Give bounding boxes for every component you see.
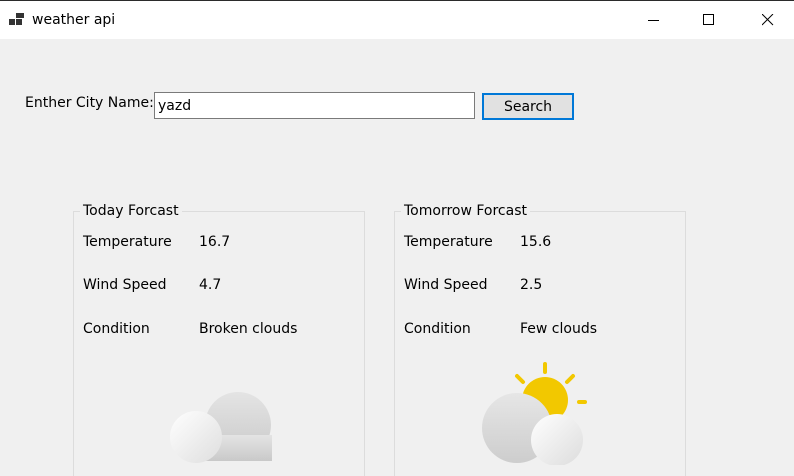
- today-wind-speed-label: Wind Speed: [83, 277, 167, 293]
- tomorrow-temperature-label: Temperature: [404, 234, 493, 250]
- minimize-button[interactable]: [631, 1, 677, 39]
- close-button[interactable]: [745, 1, 791, 39]
- today-temperature-value: 16.7: [199, 234, 231, 250]
- tomorrow-forecast-group: Tomorrow Forcast Temperature 15.6 Wind S…: [394, 203, 686, 476]
- today-condition-label: Condition: [83, 321, 150, 337]
- close-icon: [762, 14, 774, 26]
- city-name-input[interactable]: [154, 92, 475, 119]
- today-condition-value: Broken clouds: [199, 321, 298, 337]
- tomorrow-wind-speed-label: Wind Speed: [404, 277, 488, 293]
- broken-clouds-icon: [170, 392, 272, 463]
- few-clouds-icon: [482, 362, 587, 465]
- today-temperature-label: Temperature: [83, 234, 172, 250]
- window-title: weather api: [32, 12, 116, 28]
- maximize-icon: [703, 14, 714, 25]
- today-wind-speed-value: 4.7: [199, 277, 222, 293]
- today-forecast-title: Today Forcast: [80, 203, 182, 220]
- tomorrow-wind-speed-value: 2.5: [520, 277, 543, 293]
- city-name-label: Enther City Name:: [25, 95, 154, 111]
- tomorrow-condition-label: Condition: [404, 321, 471, 337]
- app-icon: [9, 13, 24, 25]
- maximize-button[interactable]: [686, 1, 732, 39]
- title-bar[interactable]: weather api: [0, 0, 794, 39]
- tomorrow-condition-value: Few clouds: [520, 321, 598, 337]
- tomorrow-temperature-value: 15.6: [520, 234, 552, 250]
- today-forecast-group: Today Forcast Temperature 16.7 Wind Spee…: [73, 203, 365, 476]
- tomorrow-forecast-title: Tomorrow Forcast: [401, 203, 530, 220]
- search-button[interactable]: Search: [482, 93, 574, 120]
- minimize-icon: [648, 20, 659, 21]
